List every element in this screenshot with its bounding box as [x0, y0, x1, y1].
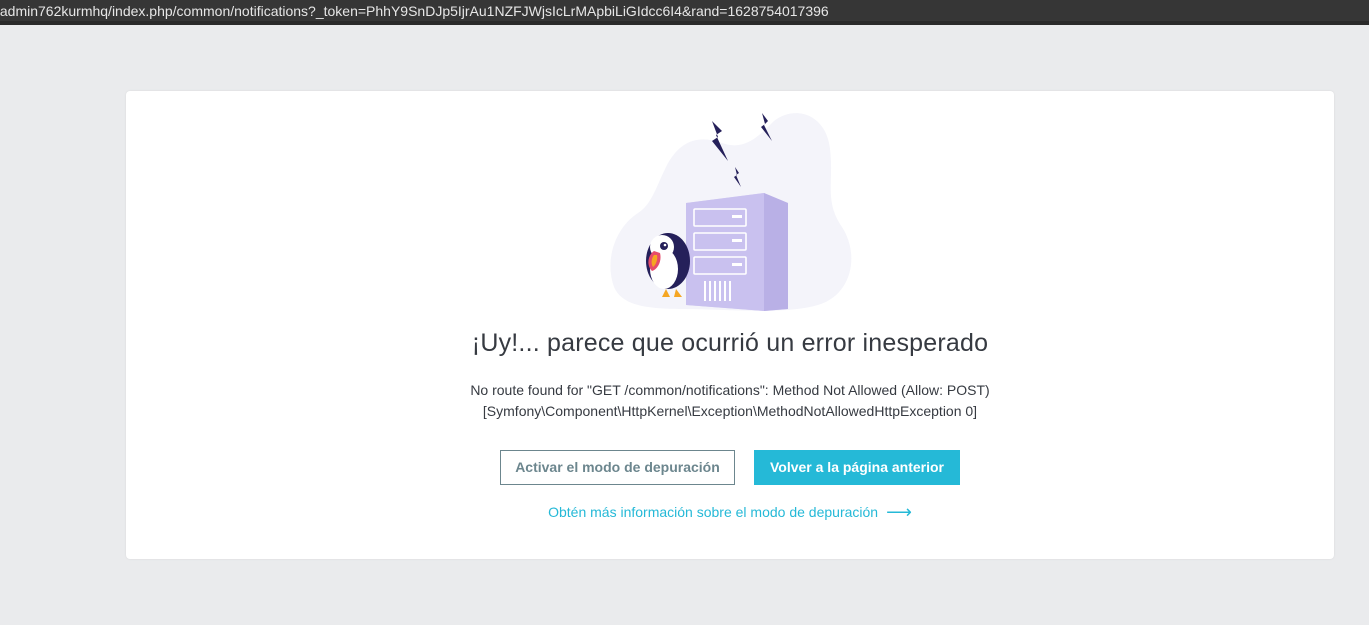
- error-title: ¡Uy!... parece que ocurrió un error ines…: [471, 329, 989, 357]
- server-error-illustration: [610, 113, 852, 311]
- arrow-right-icon: ⟶: [886, 502, 912, 522]
- address-bar[interactable]: /admin762kurmhq/index.php/common/notific…: [0, 0, 1369, 25]
- enable-debug-mode-button[interactable]: Activar el modo de depuración: [500, 450, 735, 485]
- url-text: /admin762kurmhq/index.php/common/notific…: [0, 3, 829, 19]
- server-icon: [686, 193, 788, 311]
- error-message-line-1: No route found for "GET /common/notifica…: [470, 382, 990, 398]
- error-card: ¡Uy!... parece que ocurrió un error ines…: [126, 91, 1334, 559]
- debug-mode-info-link[interactable]: Obtén más información sobre el modo de d…: [126, 502, 1334, 523]
- error-message: No route found for "GET /common/notifica…: [126, 380, 1334, 422]
- error-message-line-2: [Symfony\Component\HttpKernel\Exception\…: [482, 403, 978, 419]
- debug-mode-info-link-label: Obtén más información sobre el modo de d…: [548, 504, 879, 520]
- back-to-previous-page-button[interactable]: Volver a la página anterior: [754, 450, 960, 485]
